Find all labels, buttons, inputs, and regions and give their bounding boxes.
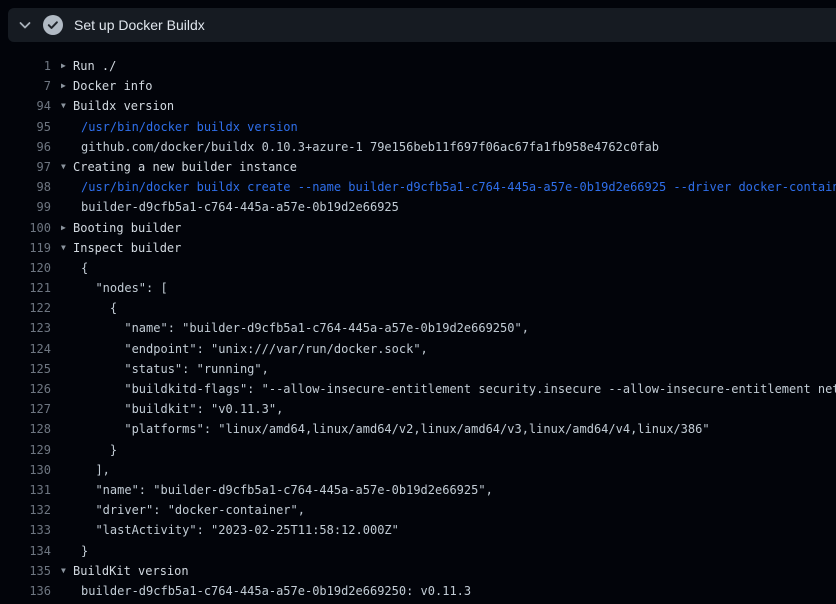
line-number-link[interactable]: 7	[0, 76, 51, 96]
command-text: /usr/bin/docker buildx create --name bui…	[81, 177, 836, 197]
log-line: 130 ],	[0, 460, 836, 480]
output-text: github.com/docker/buildx 0.10.3+azure-1 …	[81, 137, 659, 157]
step-title: Set up Docker Buildx	[74, 17, 205, 33]
output-text: builder-d9cfb5a1-c764-445a-a57e-0b19d2e6…	[81, 581, 471, 601]
line-number-link[interactable]: 99	[0, 197, 51, 217]
line-number-link[interactable]: 121	[0, 278, 51, 298]
output-text: "platforms": "linux/amd64,linux/amd64/v2…	[81, 419, 710, 439]
output-text: "name": "builder-d9cfb5a1-c764-445a-a57e…	[81, 318, 529, 338]
output-text: "lastActivity": "2023-02-25T11:58:12.000…	[81, 520, 399, 540]
line-number-link[interactable]: 96	[0, 137, 51, 157]
log-group-row[interactable]: 119 ▼Inspect builder	[0, 238, 836, 258]
group-title: Buildx version	[73, 96, 174, 116]
group-title: Inspect builder	[73, 238, 181, 258]
log-line: 134}	[0, 541, 836, 561]
actions-log-viewer: Set up Docker Buildx 1▶Run ./7▶Docker in…	[0, 0, 836, 604]
log-line: 132 "driver": "docker-container",	[0, 500, 836, 520]
log-line: 126 "buildkitd-flags": "--allow-insecure…	[0, 379, 836, 399]
line-number-link[interactable]: 119	[0, 238, 51, 258]
line-number-link[interactable]: 125	[0, 359, 51, 379]
line-number-link[interactable]: 130	[0, 460, 51, 480]
line-number-link[interactable]: 135	[0, 561, 51, 581]
output-text: "buildkit": "v0.11.3",	[81, 399, 283, 419]
line-number-link[interactable]: 1	[0, 56, 51, 76]
log-group-row[interactable]: 94 ▼Buildx version	[0, 96, 836, 116]
log-group-row[interactable]: 7 ▶Docker info	[0, 76, 836, 96]
log-line: 99 builder-d9cfb5a1-c764-445a-a57e-0b19d2…	[0, 197, 836, 217]
log-line: 124 "endpoint": "unix:///var/run/docker.…	[0, 339, 836, 359]
line-number-link[interactable]: 134	[0, 541, 51, 561]
output-text: "endpoint": "unix:///var/run/docker.sock…	[81, 339, 428, 359]
log-line: 122 {	[0, 298, 836, 318]
output-text: }	[81, 541, 88, 561]
line-number-link[interactable]: 98	[0, 177, 51, 197]
triangle-right-icon[interactable]: ▶	[61, 218, 73, 238]
output-text: "buildkitd-flags": "--allow-insecure-ent…	[81, 379, 836, 399]
log-line: 127 "buildkit": "v0.11.3",	[0, 399, 836, 419]
line-number-link[interactable]: 95	[0, 117, 51, 137]
line-number-link[interactable]: 120	[0, 258, 51, 278]
line-number-link[interactable]: 132	[0, 500, 51, 520]
output-text: {	[81, 298, 117, 318]
log-group-row[interactable]: 1 ▶Run ./	[0, 56, 836, 76]
log-group-row[interactable]: 135 ▼BuildKit version	[0, 561, 836, 581]
log-line: 95/usr/bin/docker buildx version	[0, 117, 836, 137]
triangle-down-icon[interactable]: ▼	[61, 238, 73, 258]
line-number-link[interactable]: 122	[0, 298, 51, 318]
line-number-link[interactable]: 129	[0, 440, 51, 460]
line-number-link[interactable]: 131	[0, 480, 51, 500]
log-line: 120 {	[0, 258, 836, 278]
line-number-link[interactable]: 136	[0, 581, 51, 601]
log-line: 129 }	[0, 440, 836, 460]
output-text: ],	[81, 460, 110, 480]
triangle-down-icon[interactable]: ▼	[61, 561, 73, 581]
line-number-link[interactable]: 97	[0, 157, 51, 177]
output-text: }	[81, 440, 117, 460]
output-text: "driver": "docker-container",	[81, 500, 305, 520]
log-line: 128 "platforms": "linux/amd64,linux/amd6…	[0, 419, 836, 439]
check-circle-icon	[43, 15, 63, 35]
output-text: "nodes": [	[81, 278, 168, 298]
group-title: Creating a new builder instance	[73, 157, 297, 177]
chevron-down-icon[interactable]	[17, 17, 33, 33]
log-line: 123 "name": "builder-d9cfb5a1-c764-445a-…	[0, 318, 836, 338]
line-number-link[interactable]: 123	[0, 318, 51, 338]
log-line: 136 builder-d9cfb5a1-c764-445a-a57e-0b19d…	[0, 581, 836, 601]
line-number-link[interactable]: 133	[0, 520, 51, 540]
log-group-row[interactable]: 100 ▶Booting builder	[0, 218, 836, 238]
triangle-right-icon[interactable]: ▶	[61, 56, 73, 76]
output-text: {	[81, 258, 88, 278]
log-output: 1▶Run ./7▶Docker info94▼Buildx version95…	[0, 56, 836, 601]
triangle-down-icon[interactable]: ▼	[61, 96, 73, 116]
log-line: 121 "nodes": [	[0, 278, 836, 298]
group-title: Booting builder	[73, 218, 181, 238]
log-line: 131 "name": "builder-d9cfb5a1-c764-445a-…	[0, 480, 836, 500]
log-line: 98/usr/bin/docker buildx create --name b…	[0, 177, 836, 197]
output-text: "status": "running",	[81, 359, 269, 379]
line-number-link[interactable]: 128	[0, 419, 51, 439]
log-line: 96 github.com/docker/buildx 0.10.3+azure-…	[0, 137, 836, 157]
group-title: Run ./	[73, 56, 116, 76]
line-number-link[interactable]: 124	[0, 339, 51, 359]
line-number-link[interactable]: 94	[0, 96, 51, 116]
line-number-link[interactable]: 127	[0, 399, 51, 419]
output-text: builder-d9cfb5a1-c764-445a-a57e-0b19d2e6…	[81, 197, 399, 217]
triangle-down-icon[interactable]: ▼	[61, 157, 73, 177]
command-text: /usr/bin/docker buildx version	[81, 117, 298, 137]
log-line: 125 "status": "running",	[0, 359, 836, 379]
log-line: 133 "lastActivity": "2023-02-25T11:58:12…	[0, 520, 836, 540]
group-title: Docker info	[73, 76, 152, 96]
group-title: BuildKit version	[73, 561, 189, 581]
line-number-link[interactable]: 100	[0, 218, 51, 238]
output-text: "name": "builder-d9cfb5a1-c764-445a-a57e…	[81, 480, 493, 500]
line-number-link[interactable]: 126	[0, 379, 51, 399]
step-header[interactable]: Set up Docker Buildx	[8, 8, 836, 42]
log-group-row[interactable]: 97 ▼Creating a new builder instance	[0, 157, 836, 177]
triangle-right-icon[interactable]: ▶	[61, 76, 73, 96]
